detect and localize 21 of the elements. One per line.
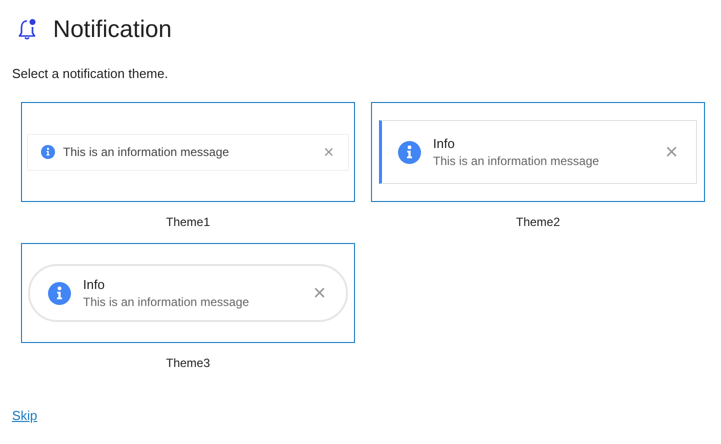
close-button[interactable]: × bbox=[311, 282, 328, 304]
theme-card[interactable]: This is an information message × bbox=[21, 102, 355, 202]
toast-title: Info bbox=[83, 277, 105, 292]
theme-label: Theme3 bbox=[166, 356, 210, 370]
toast-title: Info bbox=[433, 136, 455, 151]
theme-label: Theme1 bbox=[166, 215, 210, 229]
toast-message: This is an information message bbox=[433, 154, 600, 168]
page-title: Notification bbox=[53, 16, 172, 44]
skip-link[interactable]: Skip bbox=[12, 408, 38, 423]
instruction-text: Select a notification theme. bbox=[12, 66, 170, 81]
toast-message: This is an information message bbox=[63, 145, 230, 159]
theme-card[interactable]: Info This is an information message × bbox=[371, 102, 705, 202]
bell-icon bbox=[17, 18, 37, 42]
toast-message: This is an information message bbox=[83, 295, 250, 309]
info-icon bbox=[41, 145, 55, 159]
close-button[interactable]: × bbox=[321, 143, 336, 161]
info-icon bbox=[48, 282, 71, 304]
theme-label: Theme2 bbox=[516, 215, 560, 229]
theme-card[interactable]: Info This is an information message × bbox=[21, 243, 355, 343]
close-button[interactable]: × bbox=[663, 141, 680, 163]
info-icon bbox=[398, 140, 421, 164]
